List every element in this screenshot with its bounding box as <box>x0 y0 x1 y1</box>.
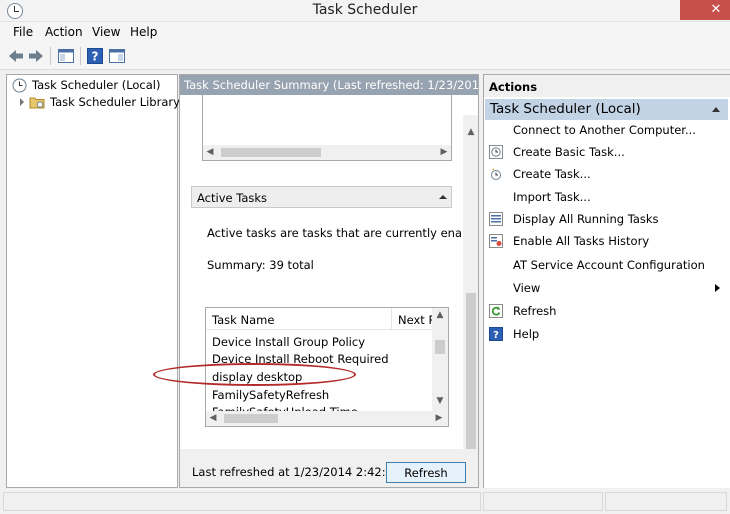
window-title: Task Scheduler <box>312 2 418 18</box>
action-label: Refresh <box>513 304 557 318</box>
summary-body: ◀ ▶ Active Tasks Active tasks are tasks … <box>180 95 479 487</box>
column-header-task-name[interactable]: Task Name <box>206 308 392 330</box>
scroll-right-icon[interactable]: ▶ <box>437 145 451 160</box>
status-cell <box>483 492 603 511</box>
action-help[interactable]: ? Help <box>484 325 730 345</box>
scroll-down-icon[interactable]: ▼ <box>432 396 448 410</box>
action-connect-another-computer[interactable]: Connect to Another Computer... <box>484 121 730 141</box>
action-label: Enable All Tasks History <box>513 234 650 248</box>
show-hide-console-tree-icon[interactable] <box>57 47 75 65</box>
active-tasks-title: Active Tasks <box>197 191 268 205</box>
help-icon[interactable]: ? <box>86 47 104 65</box>
title-bar[interactable]: Task Scheduler ✕ <box>0 0 730 22</box>
active-tasks-summary: Summary: 39 total <box>207 258 314 272</box>
refresh-button[interactable]: Refresh <box>386 462 466 483</box>
forward-arrow-icon[interactable] <box>27 47 45 65</box>
scroll-up-icon[interactable]: ▲ <box>432 310 448 324</box>
action-label: Help <box>513 327 540 341</box>
table-row[interactable]: FamilySafetyRefresh <box>212 388 329 402</box>
status-list-box: ◀ ▶ <box>202 95 452 161</box>
toolbar: ? <box>0 42 730 70</box>
svg-text:?: ? <box>493 330 499 341</box>
action-import-task[interactable]: Import Task... <box>484 188 730 208</box>
active-tasks-description: Active tasks are tasks that are currentl… <box>207 226 479 240</box>
refresh-icon <box>489 304 503 318</box>
status-cell <box>605 492 727 511</box>
folder-icon <box>29 95 45 109</box>
action-label: AT Service Account Configuration <box>513 258 705 272</box>
svg-text:?: ? <box>92 50 99 64</box>
action-label: Connect to Another Computer... <box>513 123 696 137</box>
expand-arrow-icon[interactable] <box>20 98 24 106</box>
toolbar-separator <box>50 47 51 65</box>
actions-title: Actions <box>484 75 730 97</box>
show-hide-action-pane-icon[interactable] <box>108 47 126 65</box>
summary-vertical-scrollbar[interactable]: ▲ ▼ <box>463 115 478 487</box>
table-row[interactable]: Device Install Group Policy <box>212 335 365 349</box>
scroll-thumb[interactable] <box>466 293 476 459</box>
console-tree: Task Scheduler (Local) Task Scheduler Li… <box>6 74 180 488</box>
summary-header: Task Scheduler Summary (Last refreshed: … <box>180 75 478 95</box>
scroll-thumb[interactable] <box>224 414 278 423</box>
horizontal-scrollbar[interactable]: ◀ ▶ <box>203 145 451 160</box>
back-arrow-icon[interactable] <box>7 47 25 65</box>
action-label: Create Task... <box>513 167 591 181</box>
actions-group-header[interactable]: Task Scheduler (Local) <box>485 99 728 120</box>
action-label: View <box>513 281 541 295</box>
action-label: Display All Running Tasks <box>513 212 659 226</box>
scroll-left-icon[interactable]: ◀ <box>203 145 217 160</box>
menu-file[interactable]: File <box>13 25 33 39</box>
summary-pane: Task Scheduler Summary (Last refreshed: … <box>179 74 479 488</box>
scroll-thumb[interactable] <box>435 340 445 354</box>
tasks-history-icon <box>489 234 503 248</box>
status-bar <box>0 489 730 514</box>
annotation-ellipse <box>153 363 356 386</box>
action-label: Create Basic Task... <box>513 145 625 159</box>
scroll-thumb[interactable] <box>221 148 321 157</box>
action-enable-tasks-history[interactable]: Enable All Tasks History <box>484 232 730 252</box>
close-icon: ✕ <box>710 2 722 17</box>
help-icon: ? <box>489 327 503 341</box>
submenu-arrow-icon <box>715 284 720 292</box>
action-label: Import Task... <box>513 190 591 204</box>
collapse-caret-icon[interactable] <box>712 107 720 112</box>
action-at-service-account[interactable]: AT Service Account Configuration <box>484 256 730 276</box>
menu-help[interactable]: Help <box>130 25 157 39</box>
action-refresh[interactable]: Refresh <box>484 302 730 322</box>
active-tasks-header[interactable]: Active Tasks <box>191 186 452 208</box>
close-button[interactable]: ✕ <box>680 0 730 20</box>
scroll-right-icon[interactable]: ▶ <box>432 411 446 426</box>
menu-action[interactable]: Action <box>45 25 83 39</box>
task-list-vertical-scrollbar[interactable]: ▲ ▼ <box>432 308 448 411</box>
action-create-task[interactable]: Create Task... <box>484 165 730 185</box>
scroll-up-icon[interactable]: ▲ <box>463 127 478 141</box>
action-create-basic-task[interactable]: Create Basic Task... <box>484 143 730 163</box>
scroll-left-icon[interactable]: ◀ <box>206 411 220 426</box>
menu-view[interactable]: View <box>92 25 120 39</box>
column-header-next-run[interactable]: Next Run Time <box>392 308 434 330</box>
summary-footer: Last refreshed at 1/23/2014 2:42:40 PM R… <box>180 449 478 487</box>
actions-group-label: Task Scheduler (Local) <box>490 101 641 117</box>
create-task-icon <box>489 167 503 181</box>
action-view[interactable]: View <box>484 279 730 299</box>
display-running-tasks-icon <box>489 212 503 226</box>
task-scheduler-window: Task Scheduler ✕ File Action View Help ? <box>0 0 730 514</box>
tree-item-task-scheduler-local[interactable]: Task Scheduler (Local) <box>32 78 160 92</box>
status-cell <box>3 492 481 511</box>
collapse-caret-icon[interactable] <box>439 195 447 199</box>
create-basic-task-icon <box>489 145 503 159</box>
menu-bar: File Action View Help <box>0 22 730 42</box>
clock-icon <box>12 78 27 93</box>
tree-item-task-scheduler-library[interactable]: Task Scheduler Library <box>50 95 180 109</box>
task-list-horizontal-scrollbar[interactable]: ◀ ▶ <box>206 411 448 426</box>
action-display-running-tasks[interactable]: Display All Running Tasks <box>484 210 730 230</box>
actions-pane: Actions Task Scheduler (Local) Connect t… <box>483 74 730 488</box>
toolbar-separator <box>80 47 81 65</box>
